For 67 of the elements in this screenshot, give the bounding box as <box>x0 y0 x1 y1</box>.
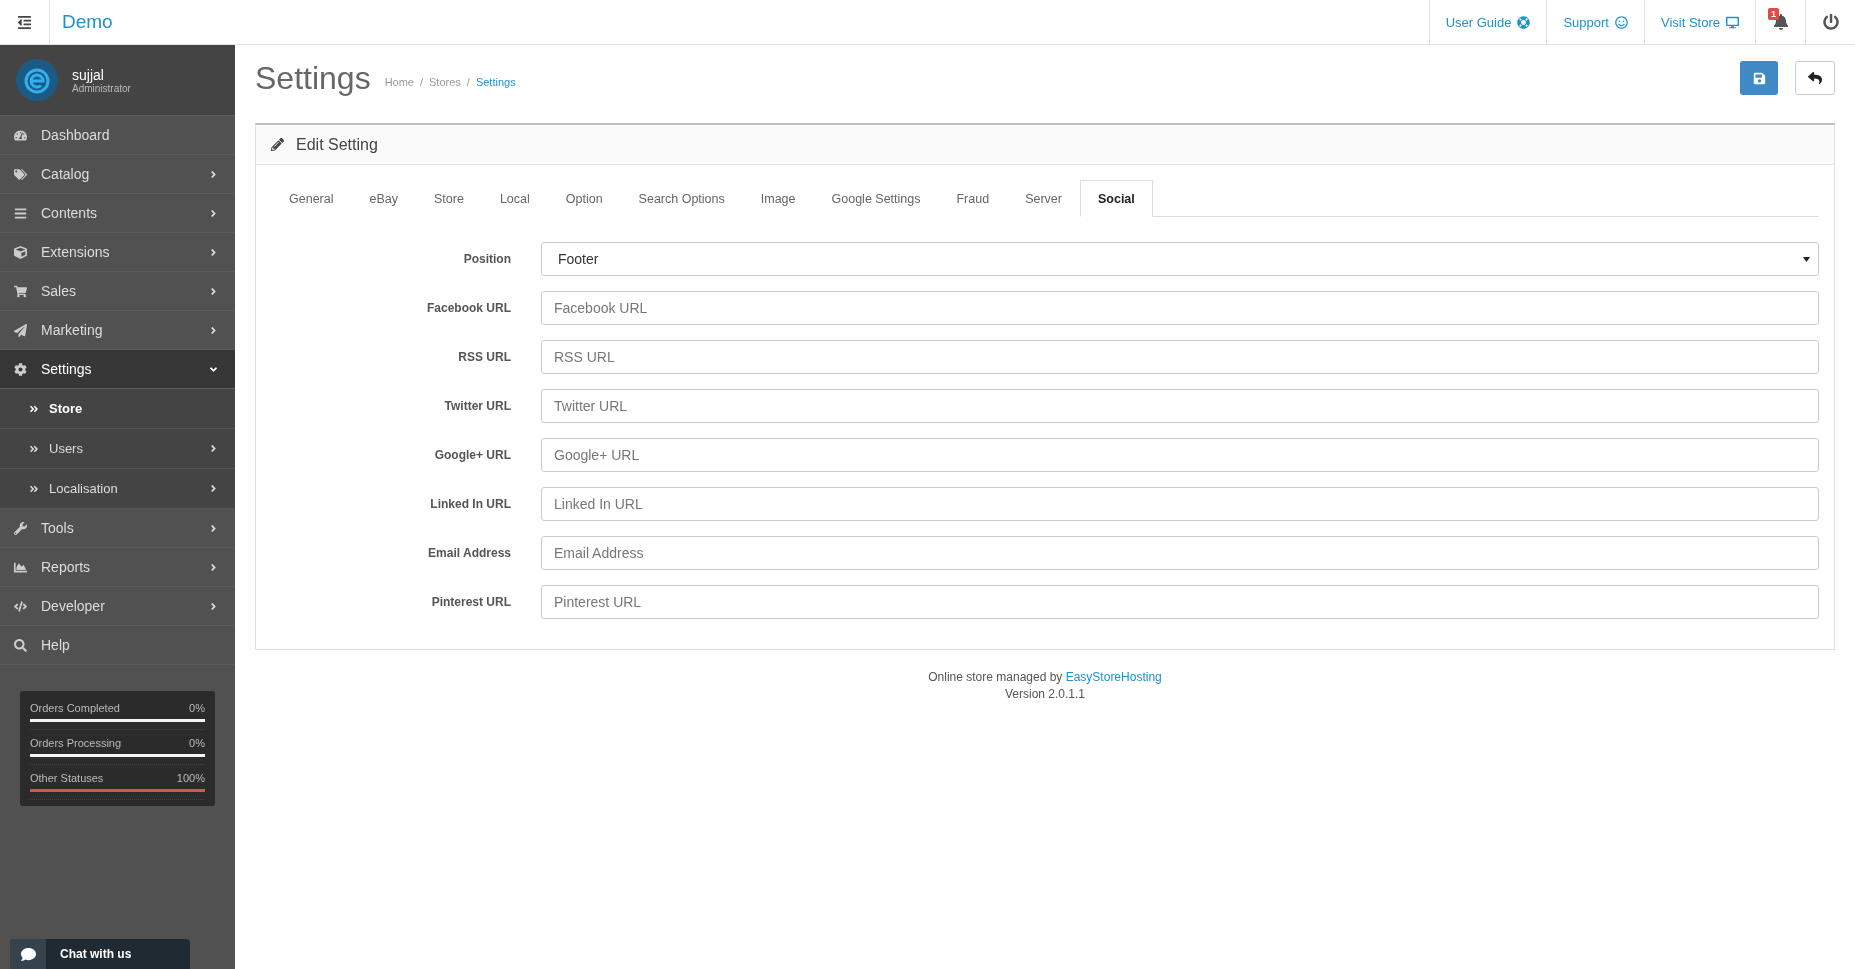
double-chevron-icon <box>29 403 39 414</box>
field-label: RSS URL <box>457 350 511 364</box>
field-label: Google+ URL <box>433 448 511 462</box>
save-button[interactable] <box>1740 61 1778 95</box>
input-field[interactable]: Google+ URL <box>541 438 1819 472</box>
smiley-icon <box>1615 15 1628 29</box>
sidebar-item[interactable]: Settings <box>0 350 235 389</box>
panel-title: Edit Setting <box>296 135 378 154</box>
breadcrumb-separator: / <box>466 76 470 88</box>
notification-badge: 1 <box>1768 8 1779 20</box>
chevron-right-icon <box>208 600 219 612</box>
input-field[interactable]: Email Address <box>541 536 1819 570</box>
header-link[interactable]: User Guide <box>1428 0 1547 44</box>
power-icon <box>1822 14 1839 30</box>
stat-reading: 0% <box>189 702 205 714</box>
monitor-icon <box>1726 15 1739 29</box>
chat-bubble-icon <box>20 946 36 962</box>
breadcrumb-link[interactable]: Settings <box>475 76 516 88</box>
chevron-right-icon <box>208 285 219 297</box>
input-field[interactable]: Linked In URL <box>541 487 1819 521</box>
input-field[interactable]: Pinterest URL <box>541 585 1819 619</box>
lifebuoy-icon <box>1517 15 1531 29</box>
sidebar-subitem[interactable]: Users <box>0 429 235 469</box>
chevron-right-icon <box>208 522 219 534</box>
field-label: Pinterest URL <box>430 595 511 609</box>
chevron-right-icon <box>208 207 219 219</box>
chevron-right-icon <box>208 246 219 258</box>
double-chevron-icon <box>29 483 39 494</box>
stat-reading: 100% <box>176 772 205 784</box>
header-link[interactable]: Support <box>1546 0 1644 44</box>
user-name: sujjal <box>72 66 105 83</box>
input-field[interactable]: Twitter URL <box>541 389 1819 423</box>
select-field[interactable]: Footer <box>541 242 1819 276</box>
breadcrumb-separator: / <box>419 76 424 88</box>
reply-arrow-icon <box>1808 71 1822 85</box>
page-title: Settings <box>255 59 371 97</box>
dropdown-arrow-icon <box>1803 256 1810 262</box>
field-label: Linked In URL <box>429 497 511 511</box>
pencil-icon <box>271 138 284 151</box>
save-icon <box>1752 71 1766 85</box>
footer-text: Online store managed by EasyStoreHosting <box>928 670 1162 684</box>
input-field[interactable]: Facebook URL <box>541 291 1819 325</box>
chevron-right-icon <box>208 168 219 180</box>
field-label: Position <box>462 252 511 266</box>
chat-button[interactable]: Chat with us <box>10 939 190 969</box>
footer-link[interactable]: EasyStoreHosting <box>1065 670 1162 684</box>
stat-label: Other Statuses <box>30 772 104 784</box>
user-role: Administrator <box>72 82 131 94</box>
double-chevron-icon <box>29 443 39 454</box>
chevron-right-icon <box>208 483 219 494</box>
field-label: Facebook URL <box>426 301 511 315</box>
tab[interactable]: Social <box>1079 180 1153 217</box>
field-label: Email Address <box>427 546 511 560</box>
sidebar-subitem[interactable]: Localisation <box>0 469 235 509</box>
back-button[interactable] <box>1795 61 1835 95</box>
stat-label: Orders Processing <box>30 737 122 749</box>
stat-reading: 0% <box>189 737 205 749</box>
input-field[interactable]: RSS URL <box>541 340 1819 374</box>
version-text: Version 2.0.1.1 <box>1004 687 1086 701</box>
chevron-right-icon <box>208 443 219 454</box>
chevron-right-icon <box>208 324 219 336</box>
avatar <box>16 59 58 101</box>
stat-label: Orders Completed <box>30 702 120 714</box>
field-label: Twitter URL <box>443 399 511 413</box>
sidebar-subitem[interactable]: Store <box>0 389 235 429</box>
chevron-right-icon <box>208 561 219 573</box>
brand-link[interactable]: Demo <box>50 0 125 44</box>
